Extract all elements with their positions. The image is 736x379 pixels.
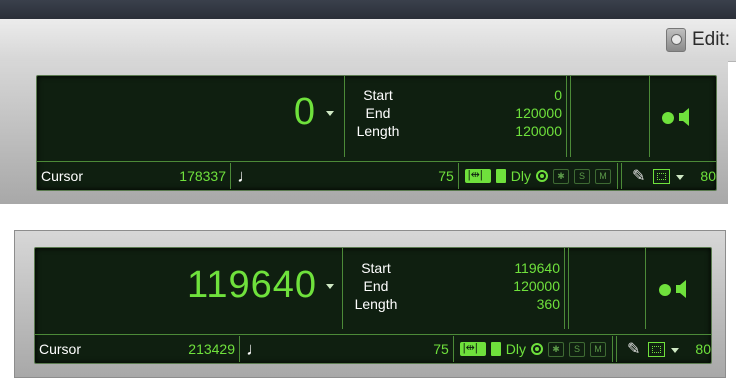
selection-labels: Start End Length <box>346 259 406 313</box>
divider <box>645 248 646 329</box>
speaker-icon[interactable] <box>679 108 693 126</box>
divider <box>342 248 343 329</box>
edit-window-control[interactable]: Edit: <box>665 28 730 52</box>
midi-input-icon[interactable] <box>662 112 674 124</box>
cursor-value: 213429 <box>188 341 235 357</box>
length-label: Length <box>354 296 398 312</box>
mute-button[interactable]: M <box>595 168 612 184</box>
asterisk-button[interactable]: ✱ <box>548 341 565 357</box>
record-circle-icon[interactable] <box>531 343 544 355</box>
note-icon[interactable]: ♩ <box>237 166 255 187</box>
grid-dropdown-icon[interactable] <box>671 347 680 353</box>
start-value[interactable]: 0 <box>457 86 562 104</box>
length-value[interactable]: 120000 <box>457 122 562 140</box>
dly-label[interactable]: Dly <box>511 168 531 184</box>
divider <box>564 248 565 329</box>
edit-label: Edit: <box>691 29 730 50</box>
midi-input-icon[interactable] <box>659 284 671 296</box>
pencil-icon[interactable]: ✎ <box>632 166 645 186</box>
end-label: End <box>365 105 391 121</box>
divider <box>457 163 459 189</box>
length-label: Length <box>356 123 400 139</box>
grid-icon[interactable] <box>653 168 671 184</box>
counter-display: 119640 Start End Length 119640 120000 36… <box>34 247 712 364</box>
divider <box>621 163 623 189</box>
main-counter-dropdown-icon[interactable] <box>326 284 334 289</box>
record-circle-icon[interactable] <box>536 170 549 182</box>
pencil-icon[interactable]: ✎ <box>627 339 640 359</box>
edit-toolbar: Edit: <box>0 19 736 62</box>
note-icon[interactable]: ♩ <box>246 339 264 360</box>
main-counter-area[interactable]: 119640 <box>35 248 342 329</box>
selection-labels: Start End Length <box>348 86 408 140</box>
counter-top-row: 119640 Start End Length 119640 120000 36… <box>35 248 711 329</box>
divider <box>566 76 567 157</box>
selection-values: 0 120000 120000 <box>457 86 562 140</box>
dly-label[interactable]: Dly <box>506 341 526 357</box>
speaker-icon[interactable] <box>676 280 690 298</box>
end-value[interactable]: 120000 <box>455 277 560 295</box>
divider <box>568 248 569 329</box>
cursor-value: 178337 <box>179 168 226 184</box>
end-value[interactable]: 120000 <box>457 104 562 122</box>
grid-dropdown-icon[interactable] <box>676 174 685 180</box>
divider <box>452 336 454 362</box>
divider <box>344 76 345 157</box>
divider <box>617 163 619 189</box>
counter-bottom-row: Cursor 178337 ♩ 75 Dly ✱ S M ✎ 80 <box>37 161 716 190</box>
link-timeline-icon[interactable] <box>459 341 486 356</box>
cursor-label: Cursor <box>39 341 82 357</box>
nudge-value[interactable]: 80 <box>695 341 711 357</box>
main-counter[interactable]: 0 <box>294 91 316 134</box>
solo-button[interactable]: S <box>574 168 591 184</box>
edit-window-icon[interactable] <box>665 28 686 52</box>
main-counter-area[interactable]: 0 <box>37 76 344 157</box>
track-controls: Dly ✱ S M <box>459 341 607 357</box>
grid-icon[interactable] <box>648 341 666 357</box>
start-value[interactable]: 119640 <box>455 259 560 277</box>
counter-bottom-row: Cursor 213429 ♩ 75 Dly ✱ S M ✎ 80 <box>35 334 711 363</box>
counter-display: 0 Start End Length 0 120000 120000 Curso… <box>36 75 717 191</box>
mute-button[interactable]: M <box>590 341 607 357</box>
end-label: End <box>363 278 389 294</box>
tempo-value[interactable]: 75 <box>364 168 454 184</box>
nudge-value[interactable]: 80 <box>700 168 716 184</box>
divider <box>612 336 614 362</box>
divider <box>239 336 240 362</box>
start-label: Start <box>363 87 393 103</box>
length-value[interactable]: 360 <box>455 295 560 313</box>
doc-icon[interactable] <box>495 169 506 183</box>
track-controls: Dly ✱ S M <box>464 168 612 184</box>
divider <box>570 76 571 157</box>
link-timeline-icon[interactable] <box>464 168 491 183</box>
divider <box>616 336 618 362</box>
solo-button[interactable]: S <box>569 341 586 357</box>
divider <box>230 163 231 189</box>
doc-icon[interactable] <box>490 342 501 356</box>
main-counter[interactable]: 119640 <box>187 264 317 307</box>
selection-values: 119640 120000 360 <box>455 259 560 313</box>
window-title-strip <box>0 0 736 19</box>
asterisk-button[interactable]: ✱ <box>553 168 570 184</box>
tempo-value[interactable]: 75 <box>369 341 449 357</box>
cursor-label: Cursor <box>41 168 84 184</box>
divider <box>649 76 650 157</box>
start-label: Start <box>361 260 391 276</box>
counter-top-row: 0 Start End Length 0 120000 120000 <box>37 76 716 157</box>
main-counter-dropdown-icon[interactable] <box>326 111 334 116</box>
